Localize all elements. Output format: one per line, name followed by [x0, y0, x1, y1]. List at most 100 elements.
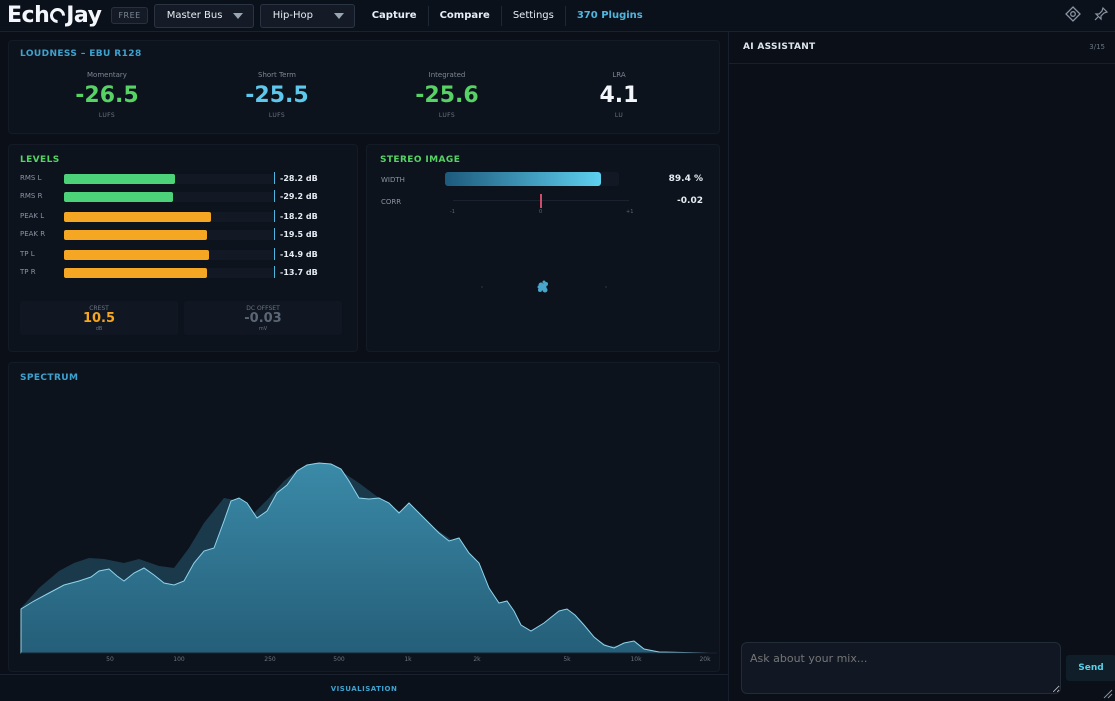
- level-meter-fill: [64, 192, 173, 202]
- level-peak-marker: [274, 248, 275, 260]
- plugins-link[interactable]: 370 Plugins: [564, 5, 654, 26]
- level-label: RMS L: [20, 174, 42, 182]
- pin-icon[interactable]: [1093, 6, 1109, 22]
- level-row: PEAK R -19.5 dB: [20, 228, 340, 241]
- app-logo: Ech Jay: [7, 3, 102, 28]
- width-meter: [445, 172, 619, 186]
- x-tick: 1k: [404, 656, 412, 663]
- level-row: TP L -14.9 dB: [20, 248, 340, 261]
- x-tick: 250: [264, 656, 276, 663]
- corr-tick-min: -1: [450, 209, 455, 215]
- loudness-title: LOUDNESS – EBU R128: [20, 49, 142, 59]
- level-meter-fill: [64, 230, 207, 240]
- crest-box: CREST 10.5 dB: [20, 301, 178, 335]
- level-meter: [64, 230, 274, 240]
- stereo-title: STEREO IMAGE: [380, 155, 461, 165]
- integrated-meter: Integrated -25.6 LUFS: [382, 71, 512, 119]
- level-row: PEAK L -18.2 dB: [20, 210, 340, 223]
- compare-button[interactable]: Compare: [427, 5, 501, 26]
- settings-button[interactable]: Settings: [500, 5, 565, 26]
- x-tick: 2k: [473, 656, 481, 663]
- capture-button[interactable]: Capture: [361, 6, 428, 26]
- width-label: WIDTH: [381, 176, 405, 184]
- levels-panel: LEVELS RMS L -28.2 dB RMS R -29.2 dB PEAK L -…: [8, 144, 358, 352]
- level-meter-fill: [64, 212, 211, 222]
- spectrum-panel: SPECTRUM 50 100 250 500 1k 2k 5k 10k 20k: [8, 362, 720, 672]
- corr-value: -0.02: [677, 196, 703, 206]
- level-row: TP R -13.7 dB: [20, 266, 340, 279]
- corr-meter: [453, 194, 629, 208]
- resize-grip-icon[interactable]: [1103, 689, 1113, 699]
- width-meter-fill: [445, 172, 601, 186]
- goniometer: [481, 280, 607, 293]
- short-term-meter: Short Term -25.5 LUFS: [212, 71, 342, 119]
- goniometer-cloud: [537, 280, 548, 293]
- x-tick: 100: [173, 656, 185, 663]
- app-window: Ech Jay FREE Master Bus Hip-Hop Capture C…: [0, 0, 1115, 701]
- level-meter: [64, 250, 274, 260]
- level-peak-marker: [274, 210, 275, 222]
- spectrum-graph: [20, 462, 717, 654]
- top-icons: [1065, 6, 1109, 22]
- ai-header: AI ASSISTANT 3/15: [729, 32, 1115, 64]
- level-row: RMS L -28.2 dB: [20, 172, 340, 185]
- level-peak-marker: [274, 172, 275, 184]
- level-meter-fill: [64, 250, 209, 260]
- level-peak-marker: [274, 228, 275, 240]
- spectrum-x-axis: 50 100 250 500 1k 2k 5k 10k 20k: [9, 656, 721, 666]
- x-tick: 5k: [563, 656, 571, 663]
- top-toolbar: Ech Jay FREE Master Bus Hip-Hop Capture C…: [0, 0, 1115, 32]
- level-label: RMS R: [20, 192, 43, 200]
- x-tick: 50: [106, 656, 114, 663]
- level-meter-fill: [64, 174, 175, 184]
- corr-indicator: [540, 194, 542, 208]
- momentary-value: -26.5: [75, 83, 139, 108]
- level-row: RMS R -29.2 dB: [20, 190, 340, 203]
- level-value: -29.2 dB: [280, 192, 318, 201]
- genre-select[interactable]: Hip-Hop: [259, 3, 355, 28]
- crest-value: 10.5: [82, 311, 116, 326]
- level-value: -28.2 dB: [280, 174, 318, 183]
- dc-offset-box: DC OFFSET -0.03 mV: [184, 301, 342, 335]
- level-label: TP L: [20, 250, 35, 258]
- chevron-down-icon: [333, 12, 344, 19]
- level-meter: [64, 174, 274, 184]
- level-label: PEAK R: [20, 230, 46, 238]
- short-term-value: -25.5: [245, 83, 309, 108]
- lra-meter: LRA 4.1 LU: [554, 71, 684, 119]
- level-value: -18.2 dB: [280, 212, 318, 221]
- integrated-value: -25.6: [415, 83, 479, 108]
- momentary-meter: Momentary -26.5 LUFS: [42, 71, 172, 119]
- level-meter: [64, 268, 274, 278]
- ai-message-count: 3/15: [1089, 43, 1105, 51]
- bottom-bar: VISUALISATION: [0, 674, 728, 701]
- level-meter: [64, 192, 274, 202]
- dc-offset-value: -0.03: [244, 311, 282, 326]
- corr-label: CORR: [381, 198, 402, 206]
- visualisation-tab[interactable]: VISUALISATION: [0, 685, 728, 693]
- ai-chat-input[interactable]: [741, 642, 1061, 694]
- level-value: -19.5 dB: [280, 230, 318, 239]
- send-button[interactable]: Send: [1066, 655, 1115, 681]
- level-peak-marker: [274, 266, 275, 278]
- ai-title: AI ASSISTANT: [743, 42, 816, 52]
- chevron-down-icon: [232, 12, 243, 19]
- stereo-panel: STEREO IMAGE WIDTH 89.4 % CORR -0.02 -1 …: [366, 144, 720, 352]
- x-tick: 500: [333, 656, 345, 663]
- levels-title: LEVELS: [20, 155, 60, 165]
- ai-assistant-panel: AI ASSISTANT 3/15 Send: [728, 32, 1115, 701]
- plan-badge: FREE: [111, 7, 148, 24]
- bus-select[interactable]: Master Bus: [153, 3, 254, 28]
- level-peak-marker: [274, 190, 275, 202]
- level-meter-fill: [64, 268, 207, 278]
- lra-value: 4.1: [599, 83, 639, 108]
- width-value: 89.4 %: [668, 174, 703, 184]
- level-meter: [64, 212, 274, 222]
- x-tick: 10k: [630, 656, 642, 663]
- level-value: -14.9 dB: [280, 250, 318, 259]
- corr-tick-mid: 0: [539, 209, 543, 215]
- x-tick: 20k: [699, 656, 711, 663]
- level-value: -13.7 dB: [280, 268, 318, 277]
- target-icon[interactable]: [1065, 6, 1081, 22]
- loudness-panel: LOUDNESS – EBU R128 Momentary -26.5 LUFS…: [8, 40, 720, 134]
